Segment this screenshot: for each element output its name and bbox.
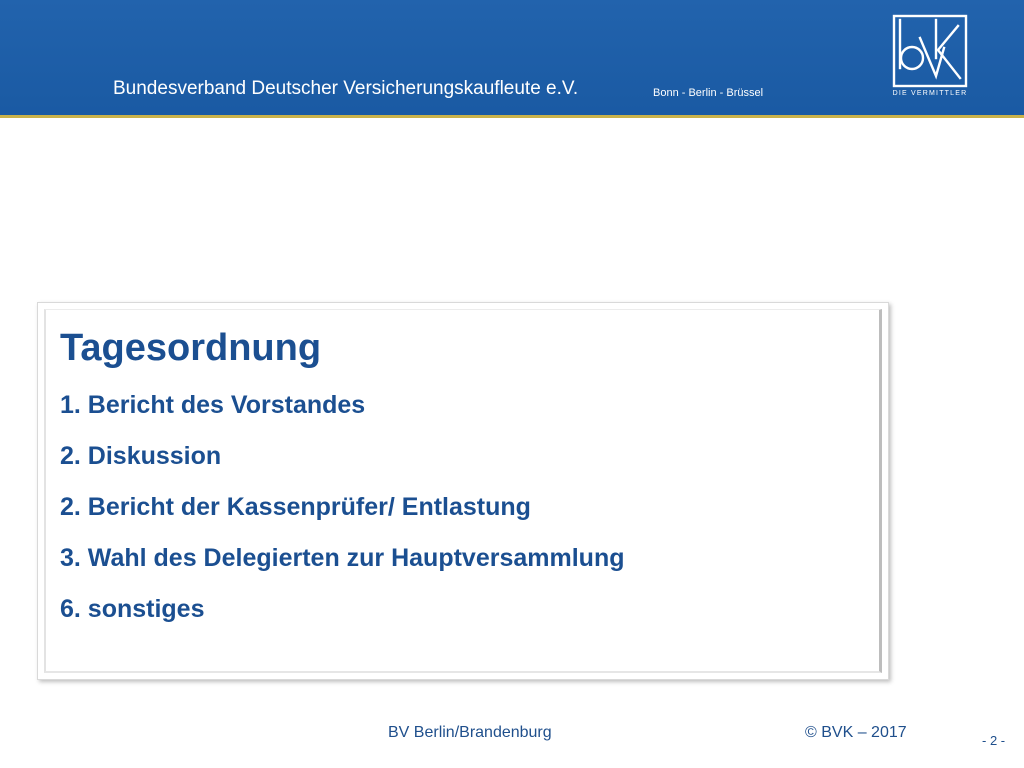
agenda-item: 3. Wahl des Delegierten zur Hauptversamm… bbox=[60, 544, 625, 572]
header-divider bbox=[0, 115, 1024, 118]
locations-text: Bonn - Berlin - Brüssel bbox=[653, 87, 764, 99]
agenda-item: 1. Bericht des Vorstandes bbox=[60, 391, 366, 419]
agenda-item: 2. Bericht der Kassenprüfer/ Entlastung bbox=[60, 493, 531, 521]
agenda-title: Tagesordnung bbox=[60, 327, 322, 369]
footer-copyright: © BVK – 2017 bbox=[805, 724, 907, 741]
header-bar: Bundesverband Deutscher Versicherungskau… bbox=[0, 0, 1024, 115]
footer-chapter: BV Berlin/Brandenburg bbox=[388, 724, 552, 741]
agenda-box: Tagesordnung 1. Bericht des Vorstandes 2… bbox=[37, 302, 889, 680]
agenda-item: 6. sonstiges bbox=[60, 595, 205, 623]
agenda-list: 1. Bericht des Vorstandes 2. Diskussion … bbox=[60, 391, 625, 646]
organization-name: Bundesverband Deutscher Versicherungskau… bbox=[113, 78, 579, 99]
agenda-item: 2. Diskussion bbox=[60, 442, 222, 470]
logo-tagline: Die Vermittler bbox=[892, 90, 968, 97]
slide-page: Bundesverband Deutscher Versicherungskau… bbox=[0, 0, 1024, 768]
page-number: - 2 - bbox=[982, 733, 1006, 748]
